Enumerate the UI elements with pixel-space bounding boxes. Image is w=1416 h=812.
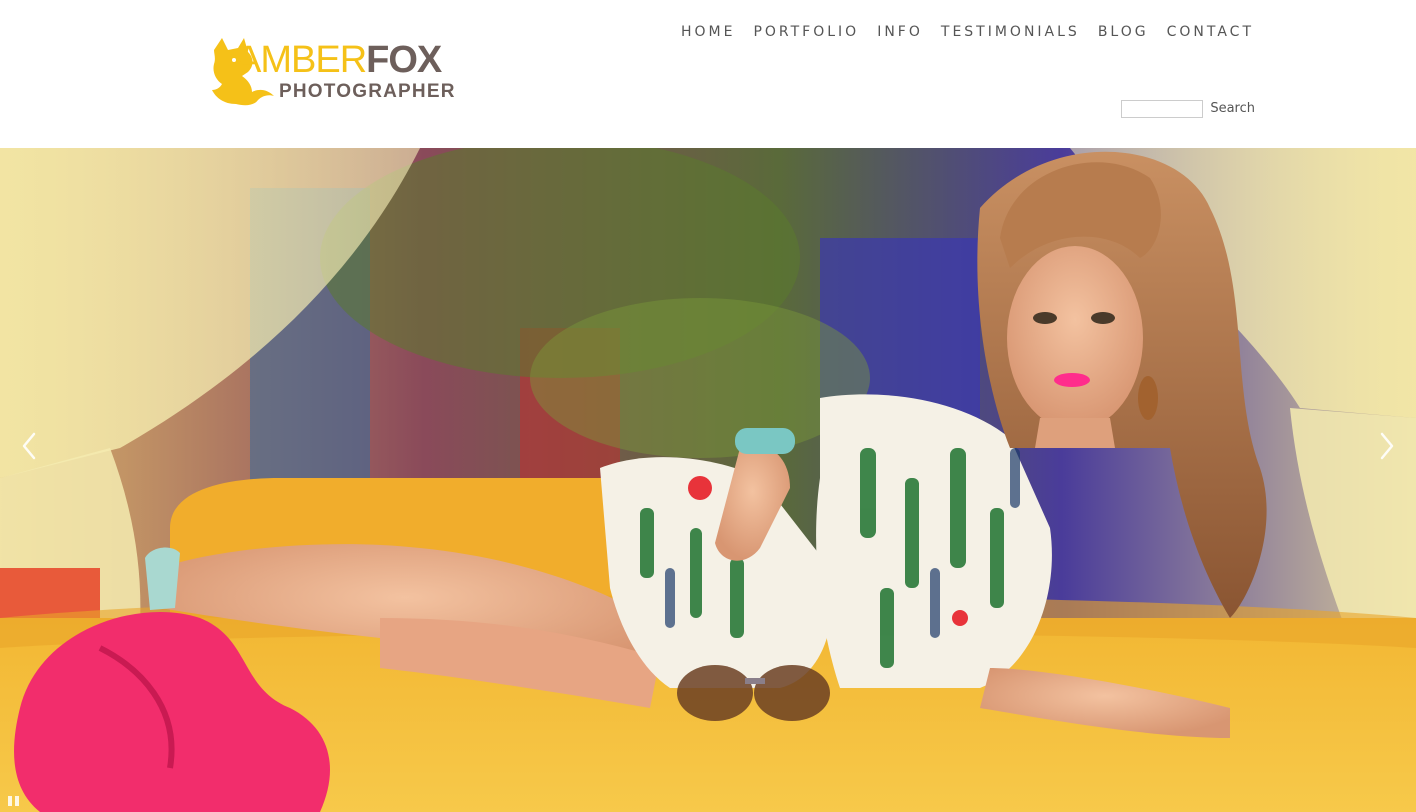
search-form: Search (1121, 100, 1255, 118)
site-logo[interactable]: AMBERFOX PHOTOGRAPHER (208, 36, 458, 108)
nav-item-contact[interactable]: CONTACT (1167, 22, 1254, 42)
nav-item-testimonials[interactable]: TESTIMONIALS (941, 22, 1080, 42)
main-nav: HOME PORTFOLIO INFO TESTIMONIALS BLOG CO… (663, 22, 1254, 42)
logo-text-amber: AMBER (236, 39, 367, 81)
nav-item-home[interactable]: HOME (681, 22, 735, 42)
pause-icon[interactable] (6, 794, 22, 808)
chevron-left-icon[interactable] (14, 428, 44, 464)
nav-item-blog[interactable]: BLOG (1098, 22, 1149, 42)
logo-text-fox: FOX (366, 39, 442, 81)
nav-item-portfolio[interactable]: PORTFOLIO (753, 22, 859, 42)
chevron-right-icon[interactable] (1372, 428, 1402, 464)
hero-slideshow (0, 148, 1416, 812)
search-input[interactable] (1121, 100, 1204, 118)
logo-wordmark: AMBERFOX (236, 39, 442, 81)
site-header: AMBERFOX PHOTOGRAPHER HOME PORTFOLIO INF… (0, 0, 1416, 148)
search-button[interactable]: Search (1210, 100, 1255, 118)
hero-photo (0, 148, 1416, 812)
nav-item-info[interactable]: INFO (877, 22, 923, 42)
logo-tagline: PHOTOGRAPHER (279, 81, 456, 102)
